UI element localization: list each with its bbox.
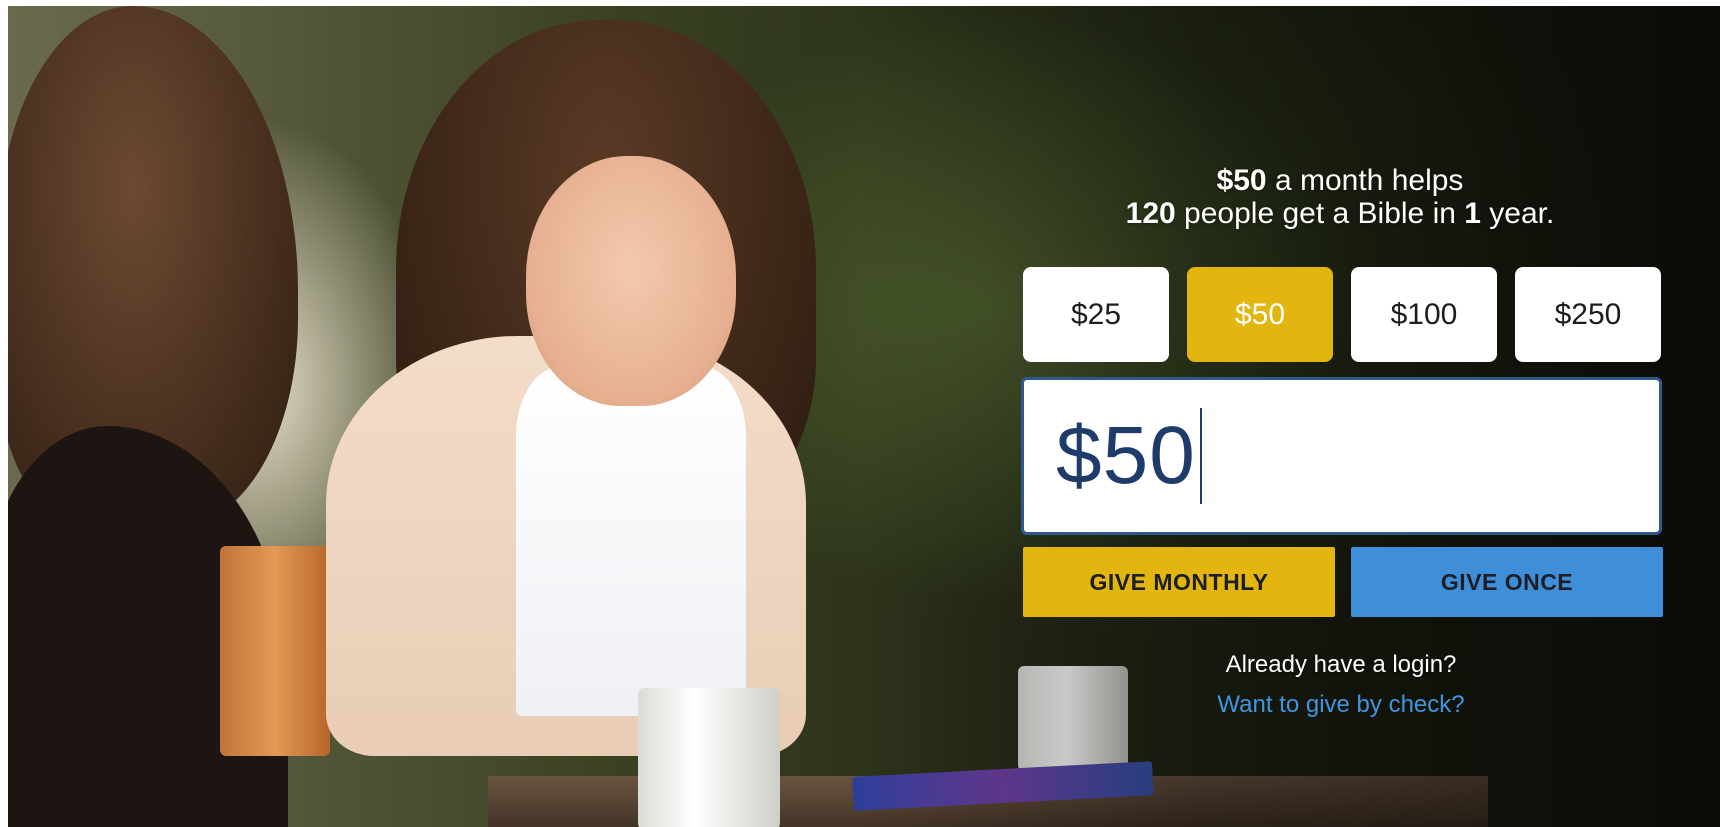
headline-line-2-end: year. (1480, 197, 1555, 230)
headline-line-2: 120 people get a Bible in 1 year. (1020, 197, 1660, 230)
photo-mug (638, 688, 780, 827)
headline-years: 1 (1464, 197, 1481, 230)
headline-people-count: 120 (1125, 197, 1176, 230)
amount-option-50[interactable]: $50 (1187, 267, 1333, 362)
photo-shirt (516, 366, 746, 716)
amount-option-250[interactable]: $250 (1515, 267, 1661, 362)
amount-option-25[interactable]: $25 (1023, 267, 1169, 362)
photo-chair (220, 546, 330, 756)
donation-amount-input[interactable]: $50 (1021, 377, 1662, 535)
photo-book (852, 761, 1154, 811)
give-by-check-link[interactable]: Want to give by check? (1020, 691, 1662, 719)
donation-amount-value[interactable]: $50 (1056, 409, 1196, 503)
photo-mug (1018, 666, 1128, 778)
amount-option-100[interactable]: $100 (1351, 267, 1497, 362)
headline-line-2-text: people get a Bible in (1175, 197, 1465, 230)
give-once-button[interactable]: GIVE ONCE (1351, 547, 1663, 617)
text-caret (1199, 408, 1202, 504)
login-link[interactable]: Already have a login? (1020, 651, 1662, 679)
headline-line-1-text: a month helps (1266, 164, 1464, 197)
headline-amount: $50 (1216, 164, 1267, 197)
donation-headline: $50 a month helps 120 people get a Bible… (1020, 164, 1660, 230)
photo-face (526, 156, 736, 406)
give-monthly-button[interactable]: GIVE MONTHLY (1023, 547, 1335, 617)
headline-line-1: $50 a month helps (1020, 164, 1660, 197)
